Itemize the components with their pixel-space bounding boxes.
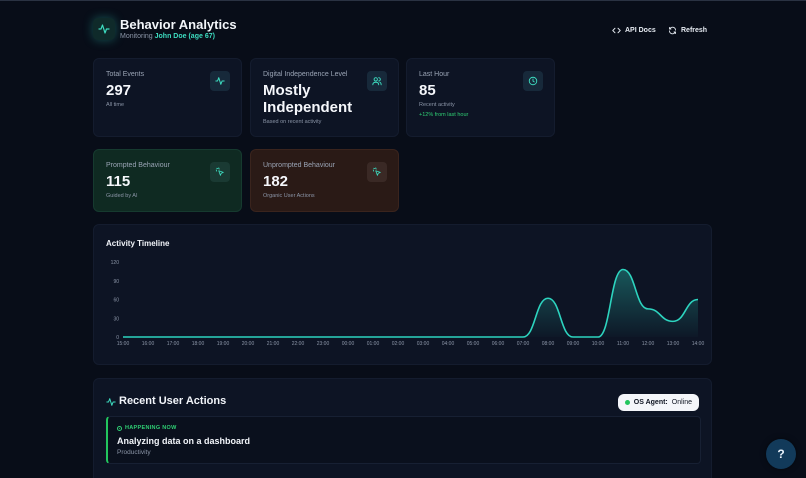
action-category: Productivity bbox=[117, 449, 151, 456]
prompted-sub: Guided by AI bbox=[106, 193, 138, 199]
x-tick-label: 06:00 bbox=[492, 341, 505, 347]
x-tick-label: 04:00 bbox=[442, 341, 455, 347]
y-tick-label: 120 bbox=[111, 260, 120, 266]
live-dot-icon bbox=[117, 425, 122, 431]
api-docs-button[interactable]: API Docs bbox=[612, 23, 656, 37]
recent-actions-title: Recent User Actions bbox=[119, 395, 227, 407]
x-tick-label: 14:00 bbox=[692, 341, 705, 347]
unprompted-behaviour-card: Unprompted Behaviour 182 Organic User Ac… bbox=[250, 149, 399, 212]
activity-icon bbox=[210, 71, 230, 91]
unprompted-label: Unprompted Behaviour bbox=[263, 162, 335, 169]
y-tick-label: 60 bbox=[113, 298, 119, 304]
x-tick-label: 10:00 bbox=[592, 341, 605, 347]
monitored-user: John Doe (age 67) bbox=[154, 33, 215, 40]
last-hour-change: +12% from last hour bbox=[419, 112, 469, 118]
independence-card: Digital Independence Level Mostly Indepe… bbox=[250, 58, 399, 137]
sparkle-cursor-icon bbox=[367, 162, 387, 182]
x-tick-label: 12:00 bbox=[642, 341, 655, 347]
x-tick-label: 02:00 bbox=[392, 341, 405, 347]
independence-value-line2: Independent bbox=[263, 99, 353, 116]
last-hour-label: Last Hour bbox=[419, 71, 450, 78]
happening-now-label: HAPPENING NOW bbox=[125, 425, 177, 431]
sparkle-cursor-icon bbox=[210, 162, 230, 182]
activity-timeline-chart: 0306090120 15:00 16:00 17:00 18:00 19:00 20:0… bbox=[111, 260, 705, 347]
x-tick-label: 23:00 bbox=[317, 341, 330, 347]
x-tick-label: 16:00 bbox=[142, 341, 155, 347]
x-tick-label: 17:00 bbox=[167, 341, 180, 347]
os-agent-status: OS Agent: Online bbox=[617, 394, 699, 411]
total-events-label: Total Events bbox=[106, 71, 145, 78]
total-events-value: 297 bbox=[106, 82, 132, 99]
independence-label: Digital Independence Level bbox=[263, 71, 348, 78]
x-tick-label: 07:00 bbox=[517, 341, 530, 347]
prompted-label: Prompted Behaviour bbox=[106, 162, 170, 169]
help-button[interactable]: ? bbox=[766, 439, 796, 469]
users-icon bbox=[367, 71, 387, 91]
x-tick-label: 20:00 bbox=[242, 341, 255, 347]
independence-sub: Based on recent activity bbox=[263, 119, 322, 125]
activity-icon bbox=[106, 398, 116, 406]
independence-value-line1: Mostly bbox=[263, 82, 311, 99]
app-title: Behavior Analytics bbox=[120, 17, 237, 32]
refresh-icon bbox=[669, 26, 676, 34]
x-tick-label: 21:00 bbox=[267, 341, 280, 347]
prompted-value: 115 bbox=[106, 173, 131, 190]
list-item[interactable]: HAPPENING NOW Analyzing data on a dashbo… bbox=[106, 416, 701, 464]
x-tick-label: 08:00 bbox=[542, 341, 555, 347]
x-tick-label: 01:00 bbox=[367, 341, 380, 347]
timeline-area bbox=[123, 269, 698, 337]
unprompted-sub: Organic User Actions bbox=[263, 193, 315, 199]
x-tick-label: 15:00 bbox=[117, 341, 130, 347]
action-title: Analyzing data on a dashboard bbox=[117, 436, 251, 446]
x-tick-label: 00:00 bbox=[342, 341, 355, 347]
recent-actions-card: Recent User Actions OS Agent: Online HAP… bbox=[93, 378, 712, 478]
y-tick-label: 90 bbox=[113, 279, 119, 285]
x-tick-label: 03:00 bbox=[417, 341, 430, 347]
happening-now-badge: HAPPENING NOW bbox=[117, 425, 177, 431]
monitoring-subtitle: Monitoring John Doe (age 67) bbox=[120, 33, 215, 40]
activity-icon bbox=[98, 24, 110, 34]
x-tick-label: 09:00 bbox=[567, 341, 580, 347]
code-icon bbox=[612, 27, 621, 33]
x-tick-label: 05:00 bbox=[467, 341, 480, 347]
total-events-card: Total Events 297 All time bbox=[93, 58, 242, 137]
online-dot-icon bbox=[624, 400, 630, 405]
total-events-sub: All time bbox=[106, 102, 125, 108]
x-tick-label: 22:00 bbox=[292, 341, 305, 347]
x-tick-label: 11:00 bbox=[617, 341, 629, 347]
app-logo bbox=[93, 18, 115, 40]
api-docs-label: API Docs bbox=[625, 26, 656, 34]
monitoring-label: Monitoring bbox=[120, 33, 153, 40]
x-tick-label: 19:00 bbox=[217, 341, 230, 347]
clock-icon bbox=[523, 71, 543, 91]
last-hour-card: Last Hour 85 Recent activity +12% from l… bbox=[406, 58, 555, 137]
unprompted-value: 182 bbox=[263, 173, 289, 190]
agent-label: OS Agent: bbox=[633, 399, 668, 406]
last-hour-value: 85 bbox=[419, 82, 436, 99]
activity-timeline-card: Activity Timeline 0 30 60 90 120 15:00 16:00 1… bbox=[93, 224, 712, 365]
x-tick-label: 18:00 bbox=[192, 341, 205, 347]
refresh-label: Refresh bbox=[681, 26, 708, 34]
prompted-behaviour-card: Prompted Behaviour 115 Guided by AI bbox=[93, 149, 242, 212]
y-tick-label: 30 bbox=[113, 316, 119, 322]
last-hour-sub: Recent activity bbox=[419, 102, 455, 108]
refresh-button[interactable]: Refresh bbox=[668, 23, 707, 37]
x-tick-label: 13:00 bbox=[667, 341, 680, 347]
agent-status: Online bbox=[671, 399, 692, 406]
